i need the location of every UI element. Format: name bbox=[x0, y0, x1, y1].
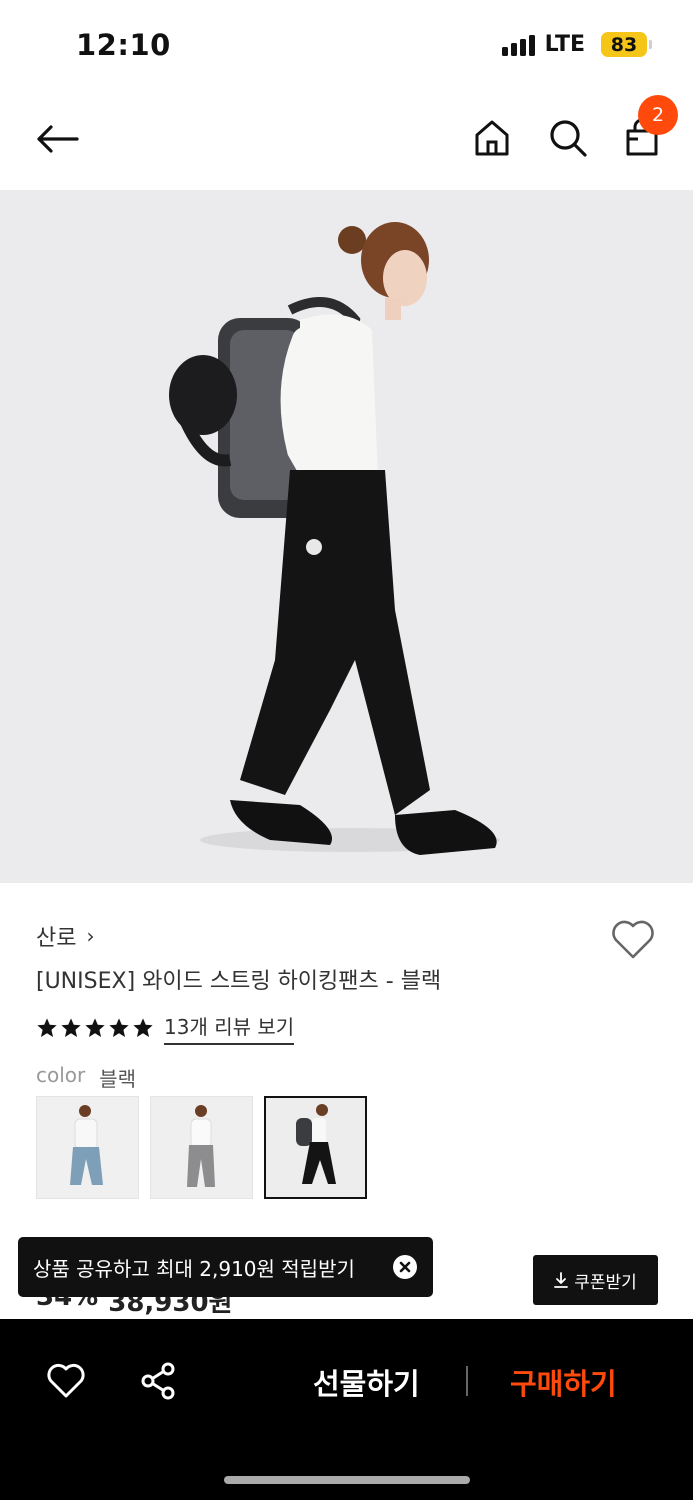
star-icon bbox=[85, 1018, 105, 1037]
heart-icon bbox=[612, 920, 654, 959]
toast-close-button[interactable] bbox=[393, 1255, 417, 1279]
network-label: LTE bbox=[544, 32, 585, 57]
back-button[interactable] bbox=[30, 114, 84, 164]
option-value: 블랙 bbox=[99, 1067, 137, 1091]
bottom-action-bar: 선물하기 구매하기 bbox=[0, 1319, 693, 1500]
status-time: 12:10 bbox=[76, 28, 171, 62]
buy-button[interactable]: 구매하기 bbox=[510, 1361, 617, 1403]
rating-row: 13개 리뷰 보기 bbox=[36, 1011, 295, 1045]
battery-icon: 83 bbox=[601, 32, 652, 57]
gift-button[interactable]: 선물하기 bbox=[313, 1361, 420, 1403]
home-icon bbox=[475, 120, 509, 156]
color-thumbnails bbox=[36, 1096, 367, 1199]
star-icon bbox=[37, 1018, 57, 1037]
thumbnail-blue[interactable] bbox=[36, 1096, 139, 1199]
battery-level: 83 bbox=[610, 33, 638, 56]
status-indicators: LTE 83 bbox=[501, 32, 652, 57]
product-main-image[interactable] bbox=[0, 190, 693, 883]
toast-message: 상품 공유하고 최대 2,910원 적립받기 bbox=[33, 1256, 355, 1281]
review-link[interactable]: 13개 리뷰 보기 bbox=[164, 1011, 295, 1045]
close-icon bbox=[399, 1261, 411, 1273]
share-button[interactable] bbox=[139, 1361, 179, 1401]
thumbnail-black[interactable] bbox=[264, 1096, 367, 1199]
star-icon bbox=[109, 1018, 129, 1037]
share-reward-toast[interactable]: 상품 공유하고 최대 2,910원 적립받기 bbox=[18, 1237, 433, 1297]
coupon-label: 쿠폰받기 bbox=[574, 1272, 637, 1293]
home-button[interactable] bbox=[470, 114, 514, 162]
download-icon bbox=[554, 1272, 569, 1288]
product-title: [UNISEX] 와이드 스트링 하이킹팬츠 - 블랙 bbox=[36, 969, 442, 994]
color-option: color 블랙 bbox=[36, 1063, 136, 1092]
chevron-right-icon: › bbox=[86, 924, 95, 948]
search-icon bbox=[550, 120, 587, 157]
thumbnail-image bbox=[37, 1097, 138, 1198]
model-photo bbox=[0, 190, 693, 883]
thumbnail-image bbox=[266, 1098, 365, 1197]
star-icon bbox=[133, 1018, 153, 1037]
heart-icon bbox=[47, 1363, 85, 1398]
brand-link[interactable]: 산로 › bbox=[36, 920, 94, 952]
arrow-left-icon bbox=[37, 125, 79, 153]
brand-name: 산로 bbox=[36, 926, 77, 951]
divider bbox=[466, 1366, 468, 1396]
rating-stars bbox=[36, 1017, 154, 1039]
status-bar: 12:10 LTE 83 bbox=[0, 0, 693, 90]
search-button[interactable] bbox=[546, 114, 590, 162]
wishlist-button[interactable] bbox=[610, 918, 656, 960]
coupon-button[interactable]: 쿠폰받기 bbox=[533, 1255, 658, 1305]
bottom-wishlist-button[interactable] bbox=[46, 1361, 86, 1401]
cart-count-badge: 2 bbox=[638, 95, 678, 135]
thumbnail-image bbox=[151, 1097, 252, 1198]
home-indicator bbox=[224, 1476, 470, 1484]
option-label: color bbox=[36, 1063, 86, 1087]
star-icon bbox=[61, 1018, 81, 1037]
share-icon bbox=[141, 1362, 175, 1400]
signal-icon bbox=[501, 34, 535, 56]
thumbnail-grey[interactable] bbox=[150, 1096, 253, 1199]
top-navigation bbox=[0, 90, 693, 190]
